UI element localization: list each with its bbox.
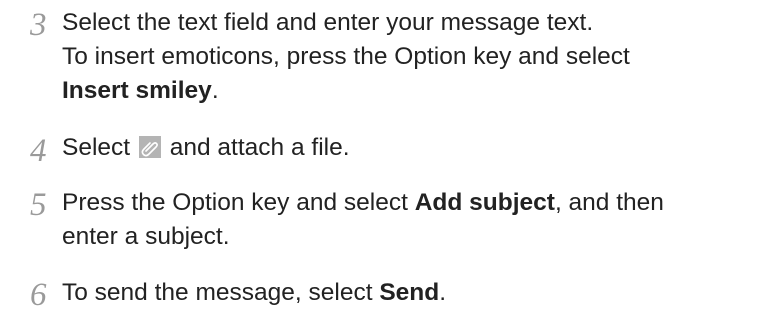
punctuation: . [439,279,447,306]
step-line: To send the message, select Send. [62,276,767,310]
step-text: Select the text field and enter your mes… [62,6,767,108]
step-number: 3 [30,7,47,43]
step-number: 6 [30,277,47,313]
step-text: Press the Option key and select Add subj… [62,186,767,254]
step-number: 5 [30,187,47,223]
step-text-segment: and attach a file. [169,134,350,161]
menu-option-send: Send [379,279,440,306]
step-text-segment: Select [62,134,131,161]
menu-option-add-subject: Add subject [414,189,555,216]
step-text-segment: To send the message, select [62,279,380,306]
instruction-steps: 3 Select the text field and enter your m… [0,0,773,317]
step-text: Select and attach a file. [62,131,767,165]
paperclip-icon [138,136,161,158]
step-text-segment: , and then [554,189,664,216]
step-text: To send the message, select Send. [62,276,767,310]
step-line: To insert emoticons, press the Option ke… [62,43,630,70]
step-line: Insert smiley. [62,74,767,108]
step-line: Select the text field and enter your mes… [62,9,594,36]
step-line: enter a subject. [62,223,230,250]
step-number: 4 [30,133,47,169]
step-line: Press the Option key and select Add subj… [62,186,767,220]
punctuation: . [211,77,219,104]
step-line: Select and attach a file. [62,131,767,165]
menu-option-insert-smiley: Insert smiley [62,77,212,104]
step-text-segment: Press the Option key and select [62,189,415,216]
